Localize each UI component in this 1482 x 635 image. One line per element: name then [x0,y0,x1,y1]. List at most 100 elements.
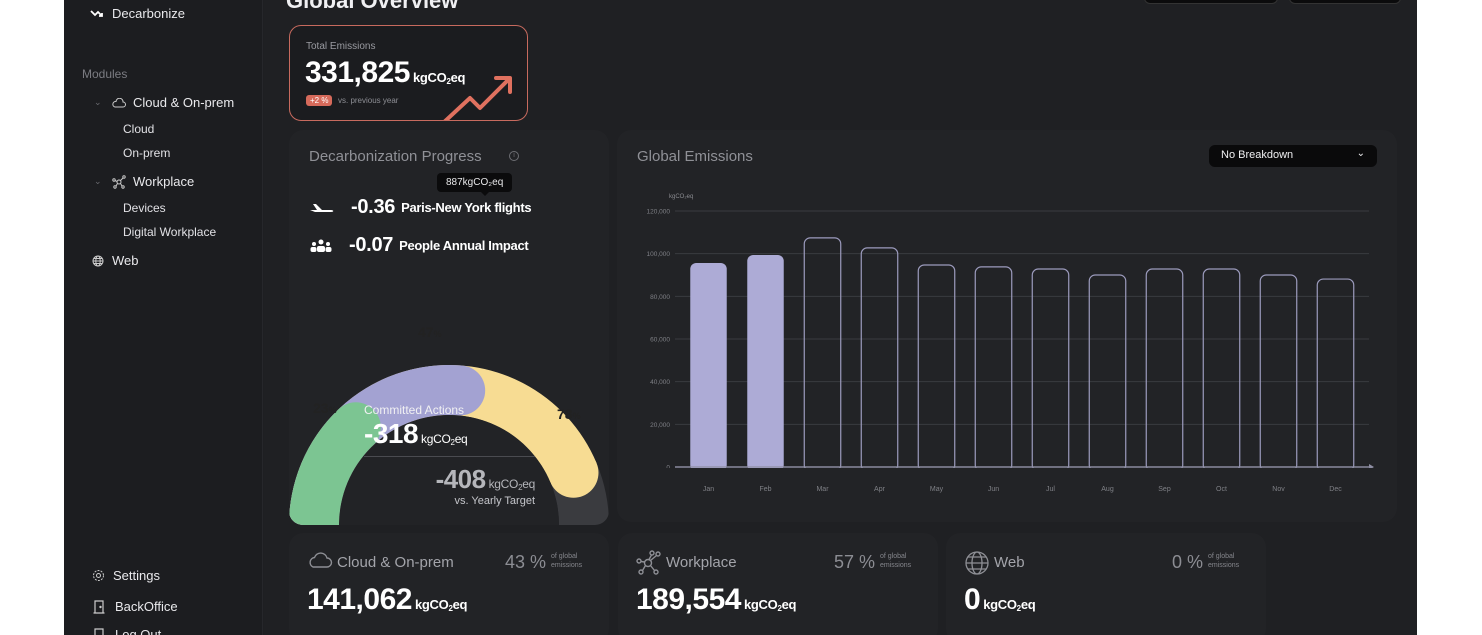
equivalent-value: -0.36 [351,196,396,218]
y-tick-label: 120,000 [647,209,671,216]
committed-actions-label: Committed Actions [364,403,465,417]
module-name: Cloud & On-prem [337,554,454,571]
decarbonization-progress-panel: Decarbonization Progress i 887kgCO₂eq -0… [289,130,609,525]
y-tick-label: 100,000 [647,251,671,258]
sidebar-item-workplace[interactable]: ⌄ Workplace [94,174,194,189]
cloud-icon [112,97,126,107]
globe-icon [965,551,989,575]
sidebar-item-digital-workplace[interactable]: Digital Workplace [123,225,216,239]
door-icon [93,599,105,614]
axis-mask [617,468,1397,474]
sidebar-item-devices[interactable]: Devices [123,201,166,215]
app-window: Decarbonize Modules ⌄ Cloud & On-prem Cl… [64,0,1417,635]
page-title: Global Overview [286,0,459,13]
bar-jul [1031,268,1070,472]
module-name: Web [994,554,1025,571]
bar-jan [690,263,727,471]
chevron-down-icon: ⌄ [94,176,102,186]
module-value: 141,062 kgCO2eq [307,583,468,616]
yearly-target-value: -408 kgCO2eq [435,464,536,494]
y-tick-label: 60,000 [650,337,670,344]
sidebar-item-label: BackOffice [115,599,178,614]
sidebar-item-label: Settings [113,568,160,583]
gauge-label-green: 23% [313,400,337,416]
change-text: vs. previous year [338,96,399,105]
gauge-label-yellow: 78% [557,406,581,422]
y-tick-label: 80,000 [650,294,670,301]
modules-section-label: Modules [82,67,128,81]
sidebar-item-web[interactable]: Web [92,253,139,268]
total-emissions-card[interactable]: Total Emissions 331,825 kgCO2eq +2 % vs. … [289,25,528,121]
y-tick-label: 20,000 [650,422,670,429]
y-tick-label: 40,000 [650,379,670,386]
bar-aug [1088,274,1127,472]
x-tick-label: Jun [988,486,999,493]
bar-feb [747,254,784,471]
gear-icon [93,570,104,581]
module-card-cloud-on-prem[interactable]: Cloud & On-prem 43 % of global emissions … [289,533,609,635]
module-card-workplace[interactable]: Workplace 57 % of global emissions 189,55… [618,533,938,635]
change-badge: +2 % [306,95,333,106]
sidebar-item-label: Decarbonize [112,6,185,21]
global-emissions-chart: kgCO₂eq020,00040,00060,00080,000100,0001… [617,194,1397,493]
header-button[interactable] [1144,0,1278,4]
sidebar-item-settings[interactable]: Settings [92,568,160,583]
sidebar-item-label: Workplace [133,174,195,189]
airplane-icon [310,203,334,212]
header-button[interactable] [1289,0,1401,4]
yearly-target-label: vs. Yearly Target [454,495,535,507]
bar-sep [1145,268,1184,472]
module-value: 189,554 kgCO2eq [636,583,797,616]
y-axis-label: kgCO₂eq [669,194,693,200]
sidebar-item-label: Log Out [115,627,162,635]
sidebar-item-decarbonize[interactable]: Decarbonize [90,6,185,21]
committed-actions-value: -318 kgCO2eq [364,418,468,449]
module-percent: 57 % of global emissions [833,552,912,572]
sidebar-item-cloud-on-prem[interactable]: ⌄ Cloud & On-prem [94,95,234,110]
info-icon[interactable]: i [509,151,519,161]
divider [364,456,535,457]
sidebar-item-logout[interactable]: Log Out [93,627,161,635]
logout-icon [94,627,104,635]
total-emissions-label: Total Emissions [306,41,376,52]
sidebar-item-label: Web [112,253,139,268]
sidebar-item-on-prem[interactable]: On-prem [123,146,170,160]
equivalent-label: People Annual Impact [399,238,529,253]
module-value: 0 kgCO2eq [964,583,1036,616]
bar-oct [1202,268,1241,472]
x-tick-label: Nov [1272,486,1285,493]
people-icon [310,239,332,252]
equivalent-label: Paris-New York flights [401,200,532,215]
global-emissions-panel: Global Emissions No Breakdown ⌄ kgCO₂eq0… [617,130,1397,522]
module-percent: 0 % of global emissions [1171,552,1240,572]
x-tick-label: May [930,486,944,493]
trend-down-icon [90,9,103,17]
bar-nov [1259,274,1298,472]
equivalent-value: -0.07 [349,234,394,256]
trend-up-icon [443,76,512,120]
x-tick-label: Mar [816,486,829,493]
module-name: Workplace [666,554,737,571]
x-tick-label: Jul [1046,486,1055,493]
x-tick-label: Oct [1216,486,1227,493]
gauge-label-purple: 47% [418,324,442,340]
module-percent: 43 % of global emissions [504,552,583,572]
x-tick-label: Aug [1101,486,1114,493]
bar-apr [860,247,899,472]
x-tick-label: Dec [1329,486,1342,493]
sidebar-item-cloud[interactable]: Cloud [123,122,154,136]
x-tick-label: Apr [874,486,886,493]
tooltip: 887kgCO₂eq [437,173,513,196]
network-icon [112,174,126,189]
sidebar: Decarbonize Modules ⌄ Cloud & On-prem Cl… [64,0,263,635]
sidebar-item-label: Cloud & On-prem [133,95,235,110]
equivalent-row-flights: -0.36 Paris-New York flights [309,196,532,219]
module-card-web[interactable]: Web 0 % of global emissions 0 kgCO2eq [946,533,1266,635]
cloud-icon [309,552,333,568]
equivalent-row-people: -0.07 People Annual Impact [309,234,529,257]
sidebar-item-backoffice[interactable]: BackOffice [93,599,178,614]
bar-mar [803,237,842,472]
x-tick-label: Sep [1158,486,1171,493]
gauge-cap-yellow [548,447,599,498]
chevron-down-icon: ⌄ [94,97,102,107]
